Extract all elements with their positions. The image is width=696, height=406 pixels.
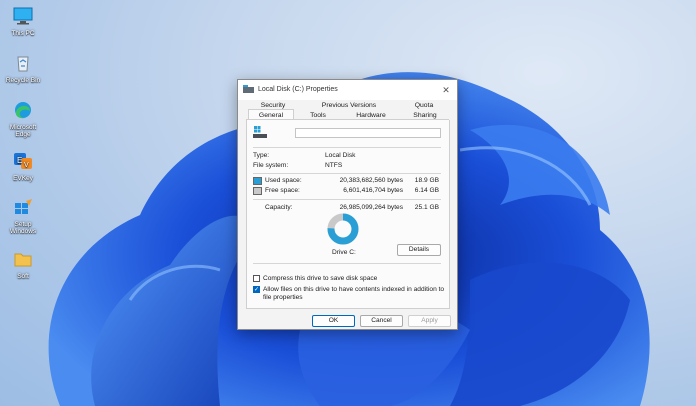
free-space-gb: 6.14 GB: [414, 187, 439, 194]
used-space-label: Used space:: [265, 177, 302, 184]
recycle-bin-icon: [17, 56, 29, 72]
separator: [253, 199, 441, 200]
folder-icon: [14, 253, 32, 267]
desktop-icon-label: EVKey: [13, 175, 33, 182]
desktop-icon-label: Soft: [17, 273, 29, 280]
capacity-bytes: 26,985,099,264 bytes: [339, 204, 403, 211]
disk-usage-donut: [327, 213, 359, 245]
index-checkbox[interactable]: ✓: [253, 286, 260, 293]
drive-name-input[interactable]: [295, 128, 441, 138]
desktop-icon-soft[interactable]: Soft: [4, 249, 42, 280]
evkey-icon: E V: [14, 153, 32, 169]
desktop-icon-setup[interactable]: Setup Windows: [4, 197, 42, 235]
free-space-swatch: [253, 187, 262, 195]
capacity-gb: 25.1 GB: [414, 204, 439, 211]
desktop-icon-this-pc[interactable]: This PC: [4, 6, 42, 37]
used-space-swatch: [253, 177, 262, 185]
used-space-gb: 18.9 GB: [414, 177, 439, 184]
free-space-bytes: 6,601,416,704 bytes: [343, 187, 403, 194]
type-label: Type:: [253, 152, 270, 159]
close-button[interactable]: ✕: [439, 83, 453, 97]
compress-label: Compress this drive to save disk space: [263, 275, 378, 282]
desktop-icon-label: Setup Windows: [9, 221, 37, 235]
windows-drive-icon: [253, 126, 267, 138]
desktop-icon-label: This PC: [11, 30, 35, 37]
type-value: Local Disk: [325, 152, 356, 159]
apply-button[interactable]: Apply: [408, 315, 451, 327]
index-label-line1: Allow files on this drive to have conten…: [263, 286, 445, 293]
close-icon: ✕: [442, 85, 450, 95]
ok-button[interactable]: OK: [312, 315, 355, 327]
svg-text:E: E: [17, 156, 22, 165]
file-system-label: File system:: [253, 162, 289, 169]
free-space-label: Free space:: [265, 187, 300, 194]
dialog-title: Local Disk (C:) Properties: [258, 86, 338, 93]
drive-label: Drive C:: [332, 249, 356, 256]
svg-text:V: V: [24, 162, 29, 169]
index-label-line2: file properties: [263, 294, 303, 301]
file-system-value: NTFS: [325, 162, 343, 169]
drive-title-icon: [243, 85, 254, 93]
desktop-icon-evkey[interactable]: E V EVKey: [4, 151, 42, 182]
general-panel: Type: Local Disk File system: NTFS Used …: [246, 120, 450, 309]
compress-checkbox[interactable]: [253, 275, 260, 282]
used-space-bytes: 20,383,682,560 bytes: [339, 177, 403, 184]
monitor-icon: [13, 7, 33, 25]
tab-previous-versions[interactable]: Previous Versions: [316, 101, 382, 110]
desktop-icon-edge[interactable]: Microsoft Edge: [4, 100, 42, 138]
desktop-icon-label: Microsoft Edge: [9, 124, 37, 138]
capacity-label: Capacity:: [265, 204, 293, 211]
edge-icon: [15, 102, 31, 119]
setup-icon: [15, 199, 32, 214]
properties-dialog: Local Disk (C:) Properties ✕ Security Pr…: [237, 79, 458, 330]
separator: [253, 263, 441, 264]
tab-quota[interactable]: Quota: [406, 101, 442, 110]
desktop-icon-label: Recycle Bin: [5, 77, 41, 84]
cancel-button[interactable]: Cancel: [360, 315, 403, 327]
details-button[interactable]: Details: [397, 244, 441, 256]
separator: [253, 147, 441, 148]
desktop-icon-recycle-bin[interactable]: Recycle Bin: [4, 53, 42, 84]
separator: [253, 173, 441, 174]
title-bar[interactable]: Local Disk (C:) Properties ✕: [238, 80, 457, 100]
